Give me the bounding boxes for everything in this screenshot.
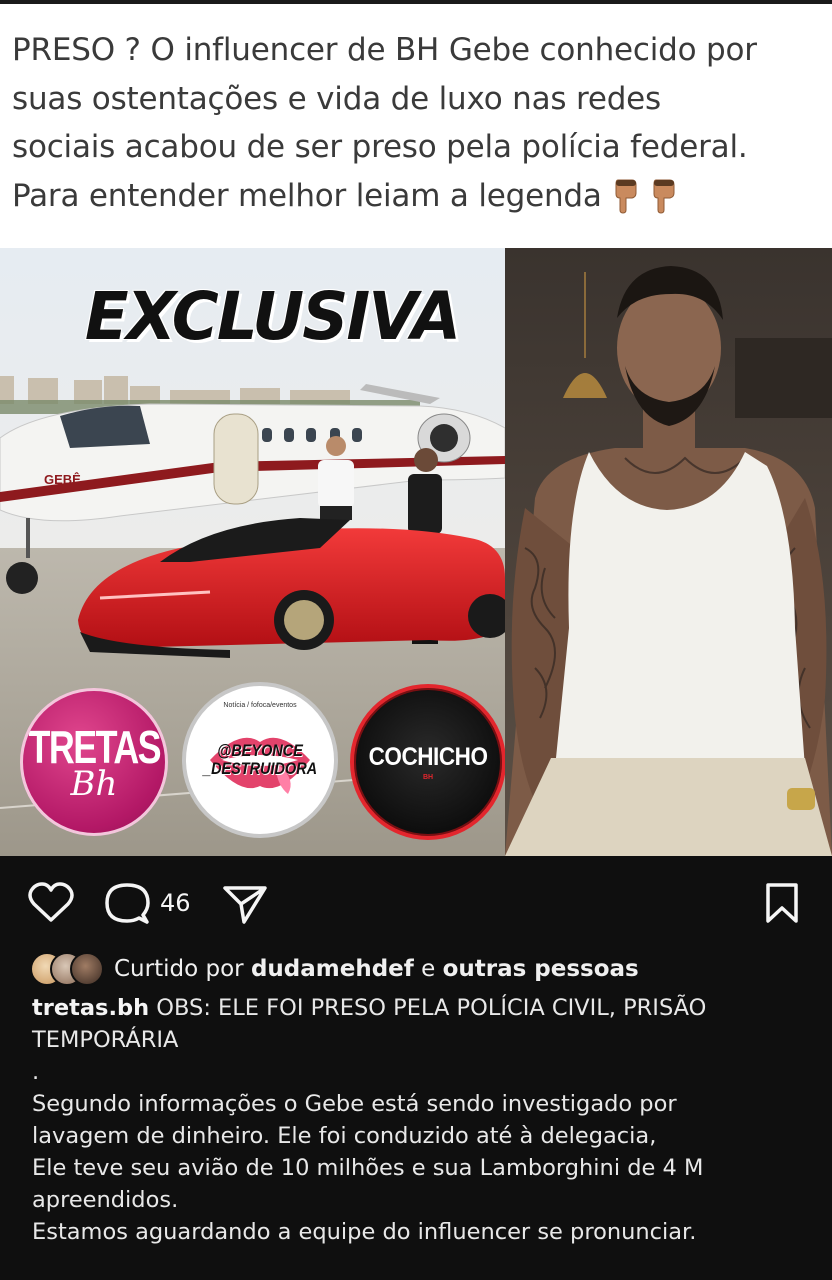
headline-text: PRESO ? O influencer de BH Gebe conhecid…	[12, 26, 824, 220]
comment-bubble-icon[interactable]	[104, 882, 150, 926]
tretas-bh-badge: TRETAS Bh	[20, 688, 168, 836]
headline-line-1: PRESO ? O influencer de BH Gebe conhecid…	[12, 32, 757, 68]
headline-line-3: sociais acabou de ser preso pela polícia…	[12, 129, 748, 165]
plane-mark: GEBÊ	[44, 472, 81, 487]
caption-line-2: TEMPORÁRIA	[32, 1027, 179, 1053]
liked-by-row[interactable]: Curtido por dudamehdef e outras pessoas	[30, 952, 639, 986]
pointing-down-emoji-icon	[615, 179, 637, 214]
collage-right-panel	[505, 248, 832, 856]
pointing-down-emoji-icon-2	[653, 179, 675, 214]
post-caption: tretas.bh OBS: ELE FOI PRESO PELA POLÍCI…	[32, 992, 812, 1248]
caption-line-1-text: OBS: ELE FOI PRESO PELA POLÍCIA CIVIL, P…	[156, 995, 707, 1021]
post-image[interactable]: GEBÊ EXCLUSIVA TRETAS Bh Notícia / fofoc…	[0, 248, 832, 856]
liked-by-prefix: Curtido por	[114, 956, 244, 982]
liker-avatar-3	[70, 952, 104, 986]
beyonce-destruidora-badge: Notícia / fofoca/eventos @BEYONCE _DESTR…	[182, 682, 338, 838]
liked-by-others[interactable]: outras pessoas	[443, 956, 639, 982]
comment-count: 46	[160, 889, 191, 917]
post-footer: 46 Curtido por dudamehdef e outras pesso…	[0, 856, 832, 1280]
save-bookmark-icon[interactable]	[764, 882, 800, 924]
liked-by-connector: e	[421, 956, 436, 982]
post-headline: PRESO ? O influencer de BH Gebe conhecid…	[0, 4, 832, 248]
cochicho-badge-sub: BH	[422, 774, 434, 781]
headline-line-4: Para entender melhor leiam a legenda	[12, 172, 824, 221]
caption-line-5: Ele teve seu avião de 10 milhões e sua L…	[32, 1155, 704, 1181]
headline-line-2: suas ostentações e vida de luxo nas rede…	[12, 80, 662, 117]
liked-by-text: Curtido por dudamehdef e outras pessoas	[114, 956, 639, 982]
like-heart-icon[interactable]	[28, 882, 74, 924]
beyonce-badge-subtitle: Notícia / fofoca/eventos	[223, 702, 297, 709]
collage-left-panel: GEBÊ EXCLUSIVA TRETAS Bh Notícia / fofoc…	[0, 248, 505, 856]
cochicho-bh-badge: COCHICHO BH	[350, 684, 505, 840]
caption-line-6: apreendidos.	[32, 1187, 179, 1213]
tretas-badge-top: TRETAS	[28, 721, 161, 773]
beyonce-handle-line-2: _DESTRUIDORA	[202, 759, 318, 778]
share-send-icon[interactable]	[222, 884, 268, 926]
cochicho-badge-title: COCHICHO	[368, 743, 488, 771]
beyonce-handle: @BEYONCE _DESTRUIDORA	[203, 742, 317, 778]
caption-line-4: lavagem de dinheiro. Ele foi conduzido a…	[32, 1123, 657, 1149]
exclusive-title: EXCLUSIVA	[84, 278, 461, 355]
caption-dot: .	[32, 1059, 40, 1085]
caption-line-1: tretas.bh OBS: ELE FOI PRESO PELA POLÍCI…	[32, 992, 812, 1024]
caption-line-3: Segundo informações o Gebe está sendo in…	[32, 1091, 677, 1117]
liked-by-user[interactable]: dudamehdef	[251, 956, 414, 982]
caption-line-7: Estamos aguardando a equipe do influence…	[32, 1219, 697, 1245]
headline-line-4-text: Para entender melhor leiam a legenda	[12, 177, 602, 214]
tretas-badge-bottom: Bh	[70, 764, 118, 804]
beyonce-handle-line-1: @BEYONCE	[217, 741, 303, 760]
caption-username[interactable]: tretas.bh	[32, 995, 149, 1021]
tattooed-man-photo	[505, 248, 832, 856]
